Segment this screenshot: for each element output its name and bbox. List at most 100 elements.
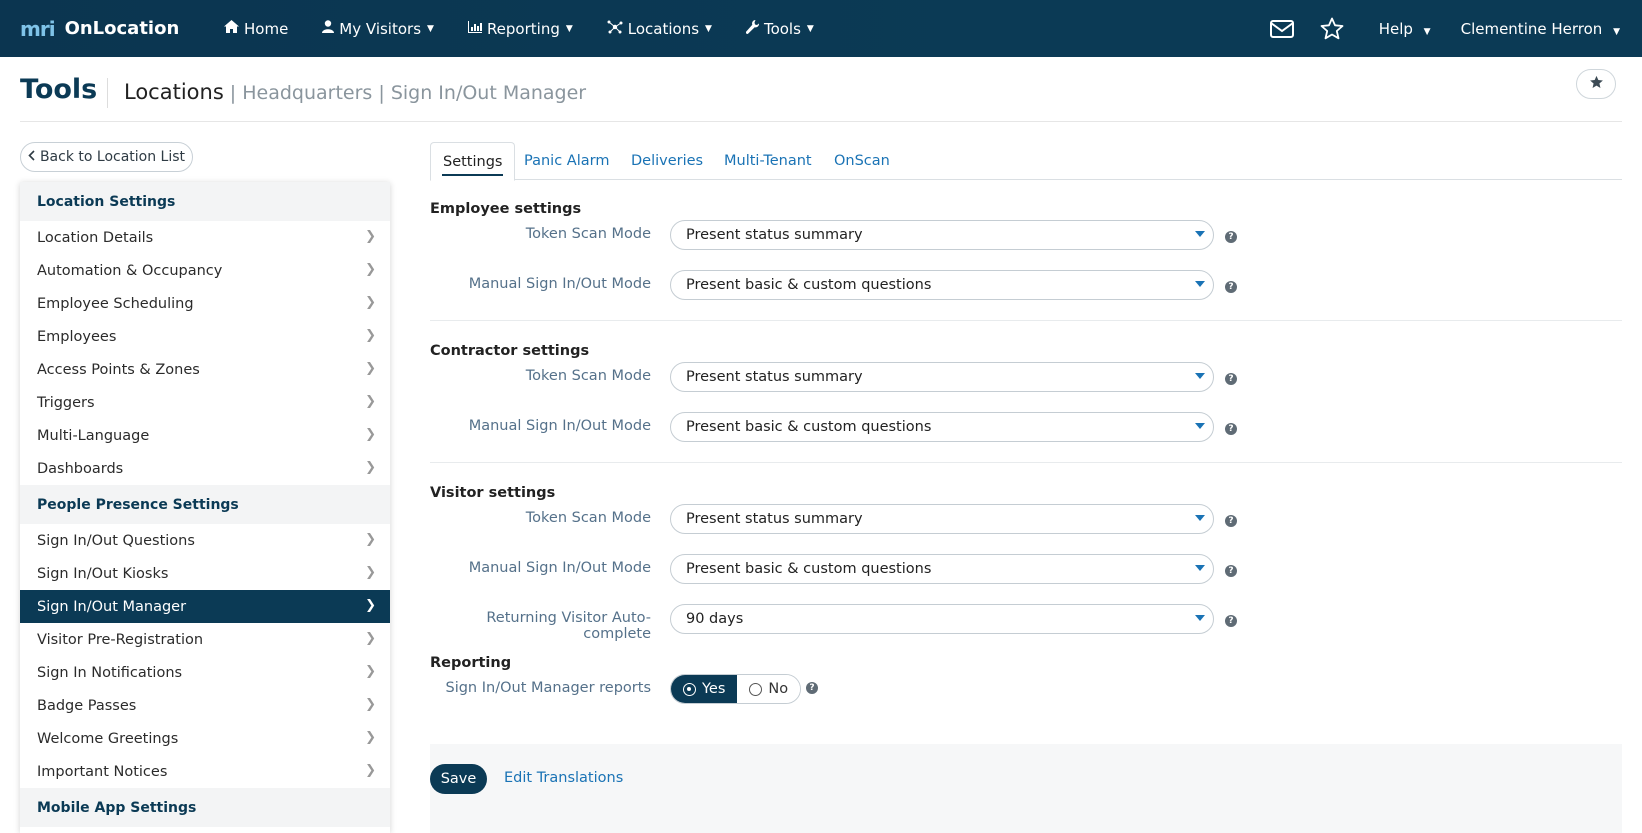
- sidebar-section-people-presence: People Presence Settings: [20, 485, 390, 524]
- chevron-right-icon: ❯: [365, 598, 376, 613]
- contractor-manual-mode-select[interactable]: Present basic & custom questions: [670, 412, 1214, 442]
- reports-no-option[interactable]: No: [737, 675, 801, 703]
- top-navbar: mri OnLocation Home My Visitors ▼ Report…: [0, 0, 1642, 57]
- returning-visitor-label: Returning Visitor Auto-complete: [486, 610, 651, 642]
- save-button[interactable]: Save: [430, 764, 487, 794]
- sidebar-item-sign-in-out-questions[interactable]: Sign In/Out Questions ❯: [20, 524, 390, 557]
- help-icon[interactable]: ?: [806, 682, 818, 694]
- nav-reporting-label: Reporting: [486, 19, 560, 38]
- tab-multi-tenant[interactable]: Multi-Tenant: [724, 142, 812, 180]
- chevron-down-icon: ▼: [705, 23, 712, 34]
- sidebar-item-label: Employees: [37, 328, 117, 345]
- sidebar-item-badge-passes[interactable]: Badge Passes ❯: [20, 689, 390, 722]
- chevron-right-icon: ❯: [365, 361, 376, 376]
- tab-onscan[interactable]: OnScan: [834, 142, 890, 180]
- nav-locations[interactable]: Locations ▼: [607, 20, 712, 38]
- returning-visitor-select[interactable]: 90 days: [670, 604, 1214, 634]
- radio-empty-icon: [749, 682, 763, 696]
- sidebar-item-employees[interactable]: Employees ❯: [20, 320, 390, 353]
- chevron-left-icon: [28, 149, 35, 165]
- star-icon[interactable]: [1319, 16, 1345, 42]
- back-button-label: Back to Location List: [39, 149, 186, 165]
- chevron-down-icon: ▼: [1613, 26, 1620, 37]
- help-icon[interactable]: ?: [1225, 615, 1237, 627]
- dropdown-arrow-icon: [1195, 565, 1205, 571]
- contractor-token-scan-label: Token Scan Mode: [525, 368, 651, 384]
- help-menu[interactable]: Help ▼: [1379, 20, 1431, 38]
- nav-my-visitors[interactable]: My Visitors ▼: [322, 20, 434, 38]
- visitor-token-scan-select[interactable]: Present status summary: [670, 504, 1214, 534]
- sidebar-item-welcome-greetings[interactable]: Welcome Greetings ❯: [20, 722, 390, 755]
- tab-deliveries[interactable]: Deliveries: [631, 142, 703, 180]
- sidebar-item-location-details[interactable]: Location Details ❯: [20, 221, 390, 254]
- tab-label: Settings: [443, 153, 503, 170]
- sidebar-item-label: Triggers: [37, 394, 95, 411]
- help-icon[interactable]: ?: [1225, 373, 1237, 385]
- sidebar-item-employee-scheduling[interactable]: Employee Scheduling ❯: [20, 287, 390, 320]
- sidebar-item-dashboards[interactable]: Dashboards ❯: [20, 452, 390, 485]
- edit-translations-link[interactable]: Edit Translations: [504, 770, 623, 786]
- employee-token-scan-select[interactable]: Present status summary: [670, 220, 1214, 250]
- page-title: Tools: [20, 74, 98, 105]
- sidebar-item-visitor-pre-registration[interactable]: Visitor Pre-Registration ❯: [20, 623, 390, 656]
- sidebar-item-label: Important Notices: [37, 763, 168, 780]
- employee-manual-mode-select[interactable]: Present basic & custom questions: [670, 270, 1214, 300]
- help-icon[interactable]: ?: [1225, 565, 1237, 577]
- brand[interactable]: mri OnLocation: [20, 17, 190, 41]
- sidebar-item-label: Sign In/Out Kiosks: [37, 565, 169, 582]
- favorite-button[interactable]: [1576, 69, 1616, 99]
- help-icon[interactable]: ?: [1225, 231, 1237, 243]
- sidebar-item-sign-in-out-kiosks[interactable]: Sign In/Out Kiosks ❯: [20, 557, 390, 590]
- mri-logo: mri: [20, 16, 56, 41]
- sidebar-item-label: Badge Passes: [37, 697, 137, 714]
- help-icon[interactable]: ?: [1225, 281, 1237, 293]
- nav-home[interactable]: Home: [224, 20, 288, 38]
- sidebar-item-label: Dashboards: [37, 460, 124, 477]
- page-header: Tools Locations | Headquarters | Sign In…: [20, 69, 1622, 122]
- sidebar-item-multi-language[interactable]: Multi-Language ❯: [20, 419, 390, 452]
- visitor-manual-mode-select[interactable]: Present basic & custom questions: [670, 554, 1214, 584]
- brand-name: OnLocation: [64, 18, 180, 39]
- reports-label: Sign In/Out Manager reports: [445, 680, 652, 696]
- chevron-right-icon: ❯: [365, 763, 376, 778]
- option-label: Yes: [702, 681, 726, 697]
- sidebar-item-automation-occupancy[interactable]: Automation & Occupancy ❯: [20, 254, 390, 287]
- nav-tools[interactable]: Tools ▼: [745, 19, 814, 38]
- chevron-down-icon: ▼: [806, 23, 814, 34]
- chevron-down-icon: ▼: [427, 23, 434, 34]
- help-icon[interactable]: ?: [1225, 515, 1237, 527]
- breadcrumb-locations: Locations: [124, 80, 224, 104]
- reports-yes-option[interactable]: Yes: [671, 675, 738, 703]
- tab-panic-alarm[interactable]: Panic Alarm: [524, 142, 609, 180]
- contractor-manual-mode-label: Manual Sign In/Out Mode: [468, 418, 651, 434]
- reports-toggle: Yes No: [670, 674, 802, 704]
- sidebar-item-access-points-zones[interactable]: Access Points & Zones ❯: [20, 353, 390, 386]
- section-divider: [430, 320, 1622, 321]
- nav-home-label: Home: [244, 19, 289, 38]
- tab-settings[interactable]: Settings: [430, 142, 516, 181]
- sidebar-item-label: Sign In/Out Questions: [37, 532, 195, 549]
- select-value: Present basic & custom questions: [686, 277, 932, 293]
- chevron-right-icon: ❯: [365, 730, 376, 745]
- chevron-down-icon: ▼: [565, 23, 573, 34]
- contractor-settings-heading: Contractor settings: [430, 343, 590, 359]
- home-icon: [224, 20, 239, 37]
- user-menu[interactable]: Clementine Herron ▼: [1461, 20, 1620, 38]
- sidebar-item-important-notices[interactable]: Important Notices ❯: [20, 755, 390, 788]
- nav-reporting[interactable]: Reporting ▼: [467, 19, 573, 38]
- select-value: Present status summary: [686, 369, 863, 385]
- nav-tools-label: Tools: [763, 19, 801, 38]
- back-to-location-list-button[interactable]: Back to Location List: [20, 142, 193, 172]
- breadcrumb: Locations | Headquarters | Sign In/Out M…: [124, 80, 586, 104]
- section-divider: [430, 462, 1622, 463]
- chevron-down-icon: ▼: [1423, 26, 1431, 37]
- settings-sidebar: Location Settings Location Details ❯ Auto…: [20, 182, 390, 833]
- sidebar-item-sign-in-notifications[interactable]: Sign In Notifications ❯: [20, 656, 390, 689]
- help-icon[interactable]: ?: [1225, 423, 1237, 435]
- user-icon: [322, 20, 335, 37]
- mail-icon[interactable]: [1269, 16, 1295, 42]
- sidebar-item-triggers[interactable]: Triggers ❯: [20, 386, 390, 419]
- contractor-token-scan-select[interactable]: Present status summary: [670, 362, 1214, 392]
- employee-manual-mode-label: Manual Sign In/Out Mode: [468, 276, 651, 292]
- sidebar-item-sign-in-out-manager[interactable]: Sign In/Out Manager ❯: [20, 590, 390, 623]
